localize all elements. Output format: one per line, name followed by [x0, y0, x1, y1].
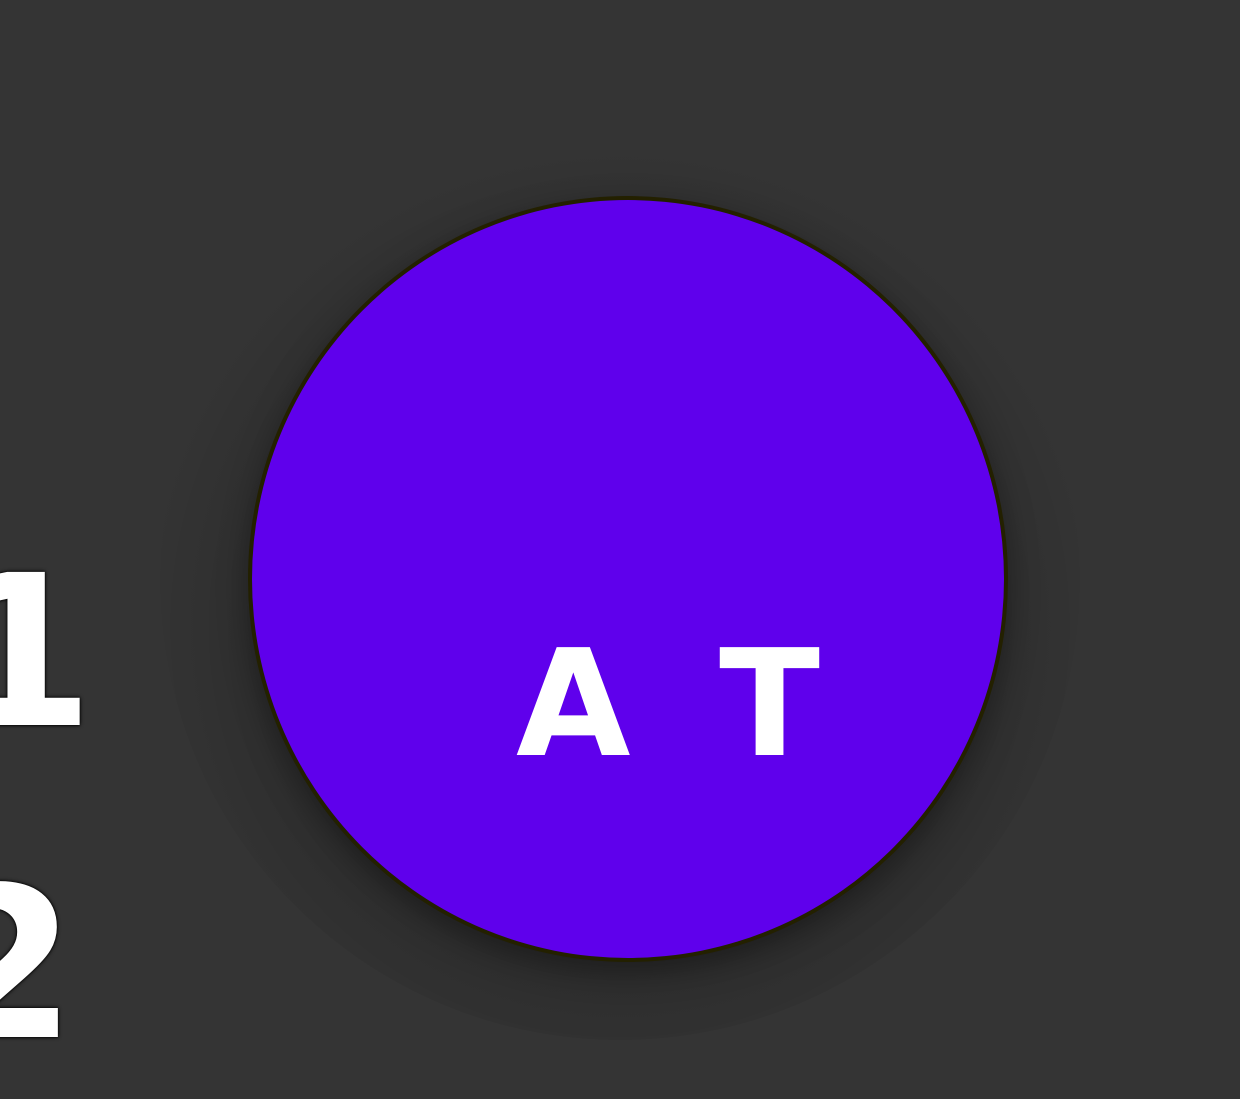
left-digit-top: 1: [0, 530, 90, 775]
left-edge-content: 1 2: [0, 0, 90, 1099]
user-avatar-button[interactable]: AT: [248, 196, 1008, 962]
screen: 1 2 AT: [0, 0, 1240, 1099]
left-digit-bottom: 2: [0, 842, 77, 1087]
avatar-initials: AT: [516, 618, 921, 790]
avatar-initials-container: AT: [252, 200, 1004, 958]
